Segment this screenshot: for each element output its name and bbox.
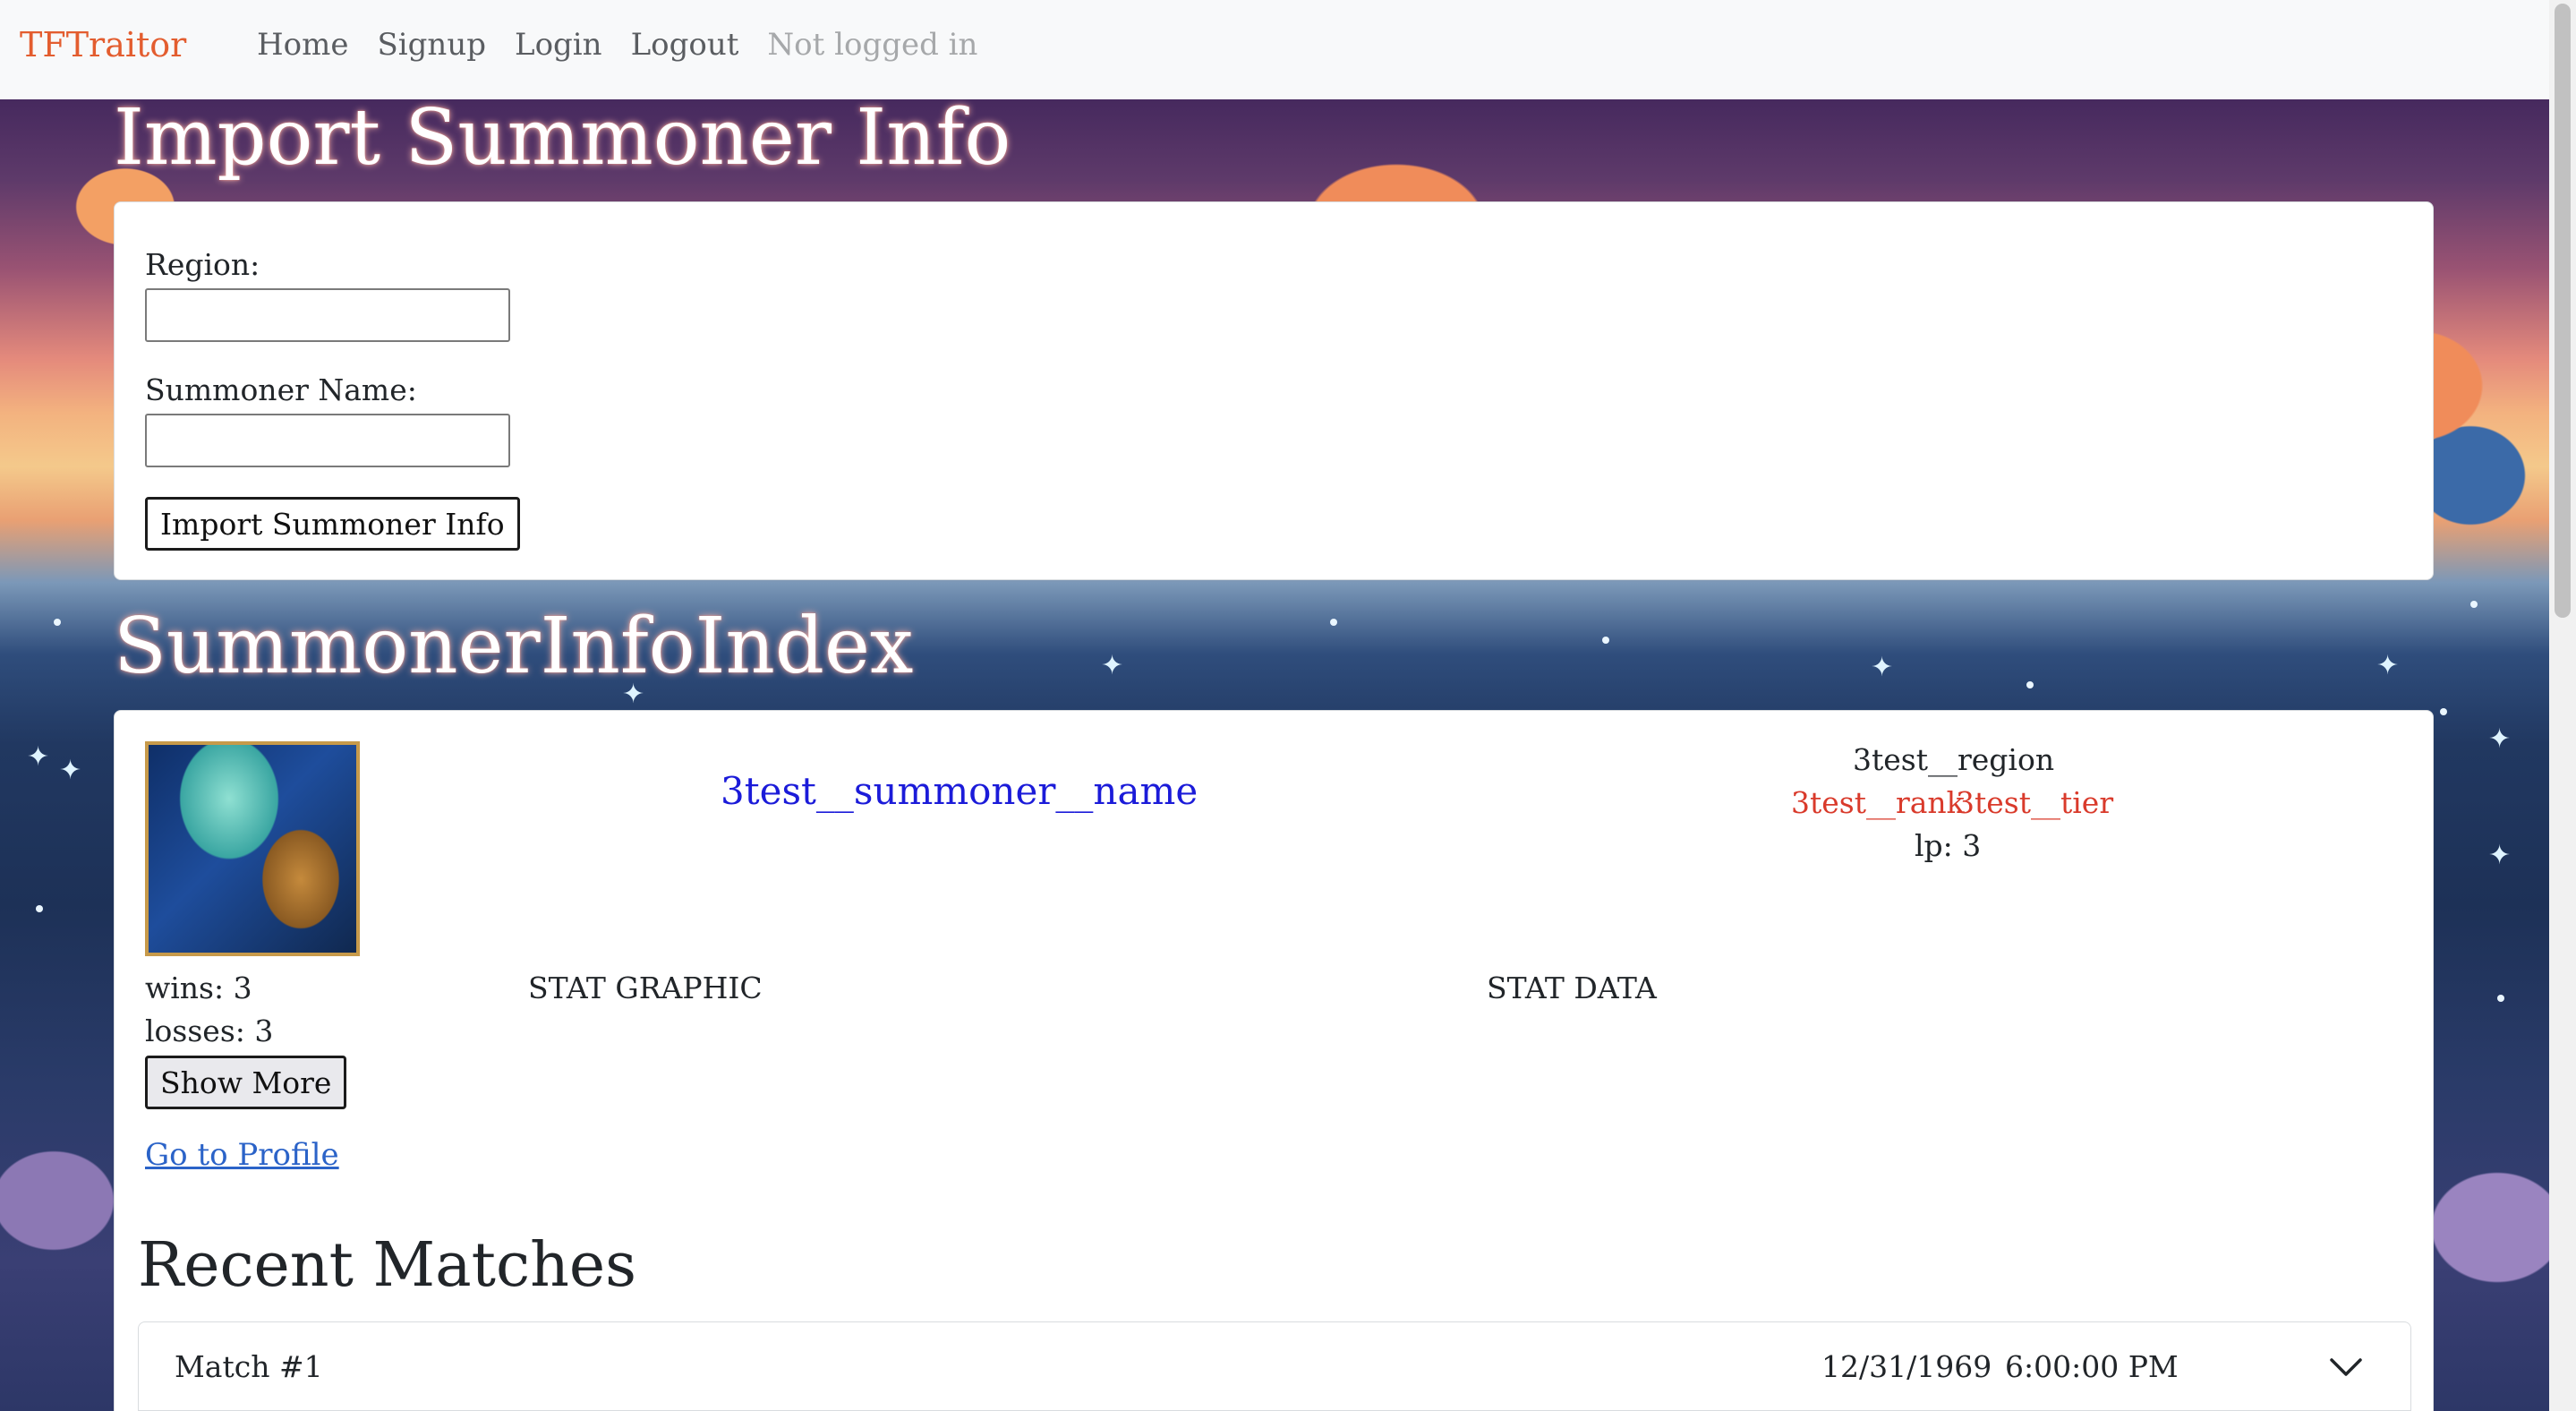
match-label: Match #1 <box>175 1349 323 1384</box>
nav-login-link[interactable]: Login <box>515 27 602 63</box>
star-dot <box>1330 619 1337 626</box>
navbar: TFTraitor Home Signup Login Logout Not l… <box>0 0 2549 99</box>
summoner-rank: 3test__rank <box>1791 785 1965 820</box>
nav-home-link[interactable]: Home <box>257 27 348 63</box>
star-dot <box>1602 637 1609 644</box>
stat-graphic-placeholder: STAT GRAPHIC <box>528 971 763 1005</box>
star-icon: ✦ <box>2488 723 2512 755</box>
page-scrollbar[interactable] <box>2549 0 2576 1411</box>
import-section-title: Import Summoner Info <box>114 93 1011 183</box>
login-status: Not logged in <box>767 27 978 63</box>
summoner-region: 3test__region <box>1853 742 2055 777</box>
nav-links: Home Signup Login Logout Not logged in <box>257 27 977 63</box>
star-icon: ✦ <box>2376 650 2400 681</box>
star-icon: ✦ <box>1101 650 1124 681</box>
match-date: 12/31/1969 <box>1821 1349 1992 1384</box>
summoner-info-card: 3test__summoner__name 3test__region 3tes… <box>114 710 2434 1411</box>
star-icon: ✦ <box>2488 840 2512 871</box>
go-to-profile-link[interactable]: Go to Profile <box>145 1137 339 1173</box>
match-accordion-item[interactable]: Match #1 12/31/1969 6:00:00 PM <box>138 1321 2411 1411</box>
brand-link[interactable]: TFTraitor <box>20 25 186 64</box>
star-dot <box>2497 995 2504 1002</box>
star-icon: ✦ <box>27 741 50 773</box>
summoner-name-input[interactable] <box>145 414 510 467</box>
star-dot <box>2440 708 2447 715</box>
region-label: Region: <box>145 247 260 282</box>
index-section-title: SummonerInfoIndex <box>114 602 914 691</box>
stat-data-placeholder: STAT DATA <box>1487 971 1657 1005</box>
import-form-card: Region: Summoner Name: Import Summoner I… <box>114 201 2434 580</box>
summoner-avatar <box>145 741 360 956</box>
chevron-down-icon[interactable] <box>2328 1349 2364 1385</box>
star-dot <box>2026 681 2034 688</box>
summoner-lp: lp: 3 <box>1915 828 1982 863</box>
summoner-wins: wins: 3 <box>145 971 252 1005</box>
nav-signup-link[interactable]: Signup <box>377 27 486 63</box>
star-icon: ✦ <box>59 755 82 786</box>
region-input[interactable] <box>145 288 510 342</box>
star-dot <box>36 905 43 912</box>
show-more-button[interactable]: Show More <box>145 1056 347 1109</box>
star-dot <box>2470 601 2478 608</box>
summoner-tier: 3test__tier <box>1956 785 2114 820</box>
summoner-losses: losses: 3 <box>145 1013 274 1048</box>
star-dot <box>54 619 61 626</box>
summoner-name-label: Summoner Name: <box>145 372 417 407</box>
star-icon: ✦ <box>1871 652 1894 683</box>
match-time: 6:00:00 PM <box>2005 1349 2179 1384</box>
nav-logout-link[interactable]: Logout <box>631 27 739 63</box>
recent-matches-title: Recent Matches <box>138 1230 637 1301</box>
scrollbar-thumb[interactable] <box>2555 4 2571 618</box>
import-summoner-button[interactable]: Import Summoner Info <box>145 497 520 551</box>
summoner-name-link[interactable]: 3test__summoner__name <box>721 769 1198 813</box>
